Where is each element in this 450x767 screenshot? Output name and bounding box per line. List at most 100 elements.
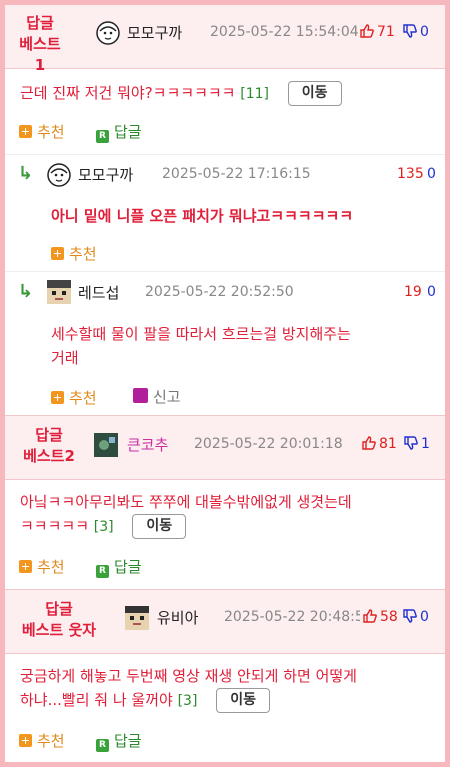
nickname[interactable]: 큰코추 xyxy=(127,434,168,455)
best-badge-line1: 답글 xyxy=(26,14,54,32)
best-badge-2: 답글 베스트2 xyxy=(15,425,83,467)
comment-list: 답글 베스트1 모모구까 2025-05-22 15:54:04 71 0 근데… xyxy=(5,5,445,762)
recommend-label: 추천 xyxy=(37,123,65,141)
plus-icon xyxy=(19,125,32,138)
upvote-count: 81 xyxy=(379,436,397,452)
comment-content: 세수할때 물이 팔을 따라서 흐르는걸 방지해주는 거래 xyxy=(51,322,436,370)
reply-button[interactable]: R 답글 xyxy=(96,556,142,578)
comment-text: 아니 밑에 니플 오픈 패치가 뭐냐고ㅋㅋㅋㅋㅋㅋ xyxy=(51,207,354,225)
thumbs-up-icon xyxy=(360,24,374,38)
downvote-button[interactable]: 0 xyxy=(402,608,429,625)
upvote-count: 58 xyxy=(380,609,398,625)
thumbs-up-icon xyxy=(362,436,376,450)
nickname[interactable]: 모모구까 xyxy=(78,164,133,185)
plus-icon xyxy=(19,734,32,747)
best-badge-line2: 베스트 웃자 xyxy=(21,621,97,639)
avatar[interactable] xyxy=(93,432,119,458)
comment-line2: ㅋㅋㅋㅋㅋ [3] 이동 xyxy=(20,514,440,539)
downvote-count[interactable]: 0 xyxy=(427,284,436,300)
best-comment-header-1: 답글 베스트1 모모구까 2025-05-22 15:54:04 71 0 xyxy=(5,5,445,74)
timestamp: 2025-05-22 20:52:50 xyxy=(145,284,294,300)
upvote-count[interactable]: 135 xyxy=(397,166,424,182)
best-comment-header-2: 답글 베스트2 큰코추 2025-05-22 20:01:18 81 1 xyxy=(5,415,445,480)
plus-icon xyxy=(19,560,32,573)
best-badge-line2: 베스트2 xyxy=(23,447,75,465)
thumbs-down-icon xyxy=(403,24,417,38)
timestamp: 2025-05-22 15:54:04 xyxy=(210,24,359,40)
reply-label: 답글 xyxy=(114,732,142,750)
thumbs-down-icon xyxy=(404,436,418,450)
avatar[interactable] xyxy=(46,279,72,305)
reply-count[interactable]: [3] xyxy=(94,519,114,535)
comment-text-line1: 아닠ㅋㅋ아무리봐도 쭈쭈에 대볼수밖에없게 생겻는데 xyxy=(20,493,352,511)
nickname[interactable]: 레드섭 xyxy=(78,282,119,303)
nickname[interactable]: 유비아 xyxy=(157,607,198,628)
comment-content: 근데 진짜 저건 뭐야?ㅋㅋㅋㅋㅋㅋ [11] 이동 xyxy=(20,81,440,106)
recommend-label: 추천 xyxy=(69,389,97,407)
nickname[interactable]: 모모구까 xyxy=(127,22,182,43)
comment-text-line1: 세수할때 물이 팔을 따라서 흐르는걸 방지해주는 xyxy=(51,325,351,343)
upvote-count: 71 xyxy=(377,24,395,40)
comment-line2: 하냐...빨리 줘 나 울꺼야 [3] 이동 xyxy=(20,688,442,713)
plus-icon xyxy=(51,391,64,404)
upvote-count[interactable]: 19 xyxy=(404,284,422,300)
comment-text-line2: ㅋㅋㅋㅋㅋ xyxy=(20,517,90,535)
report-label: 신고 xyxy=(153,388,181,406)
comment-text-line1: 궁금하게 해놓고 두번째 영상 재생 안되게 하면 어떻게 xyxy=(20,667,357,685)
downvote-count: 1 xyxy=(421,436,430,452)
recommend-button[interactable]: 추천 xyxy=(19,730,65,751)
reply-arrow-icon: ↳ xyxy=(18,281,34,302)
best-badge-line2: 베스트1 xyxy=(19,35,61,74)
reply-label: 답글 xyxy=(114,123,142,141)
recommend-label: 추천 xyxy=(37,732,65,750)
best-badge-line1: 답글 xyxy=(45,600,73,618)
best-badge-3: 답글 베스트 웃자 xyxy=(15,599,103,641)
alarm-icon xyxy=(133,388,148,403)
comment-text: 근데 진짜 저건 뭐야?ㅋㅋㅋㅋㅋㅋ xyxy=(20,84,236,102)
timestamp: 2025-05-22 17:16:15 xyxy=(162,166,311,182)
move-button[interactable]: 이동 xyxy=(287,81,342,106)
reply-count[interactable]: [11] xyxy=(240,86,269,102)
move-button[interactable]: 이동 xyxy=(216,688,270,713)
reply-label: 답글 xyxy=(114,558,142,576)
recommend-label: 추천 xyxy=(69,245,97,263)
upvote-button[interactable]: 58 xyxy=(362,608,398,625)
upvote-button[interactable]: 81 xyxy=(361,435,397,452)
reply-arrow-icon: ↳ xyxy=(18,163,34,184)
divider xyxy=(5,271,445,272)
avatar[interactable] xyxy=(46,162,72,188)
reply-icon: R xyxy=(96,739,109,752)
best-badge-1: 답글 베스트1 xyxy=(15,13,65,76)
downvote-count: 0 xyxy=(420,24,429,40)
avatar[interactable] xyxy=(124,605,150,631)
comment-content: 궁금하게 해놓고 두번째 영상 재생 안되게 하면 어떻게 하냐...빨리 줘 … xyxy=(20,664,442,713)
recommend-label: 추천 xyxy=(37,558,65,576)
recommend-button[interactable]: 추천 xyxy=(19,556,65,577)
reply-button[interactable]: R 답글 xyxy=(96,121,142,143)
move-button[interactable]: 이동 xyxy=(132,514,187,539)
recommend-button[interactable]: 추천 xyxy=(51,387,97,408)
downvote-button[interactable]: 0 xyxy=(402,23,429,40)
downvote-count: 0 xyxy=(420,609,429,625)
best-badge-line1: 답글 xyxy=(35,426,63,444)
best-comment-header-3: 답글 베스트 웃자 유비아 2025-05-22 20:48:51 58 0 xyxy=(5,589,445,654)
divider xyxy=(5,154,445,155)
comment-text-line2: 하냐...빨리 줘 나 울꺼야 xyxy=(20,691,173,709)
avatar[interactable] xyxy=(95,20,121,46)
thumbs-down-icon xyxy=(403,609,417,623)
reply-icon: R xyxy=(96,130,109,143)
recommend-button[interactable]: 추천 xyxy=(51,243,97,264)
comment-content: 아닠ㅋㅋ아무리봐도 쭈쭈에 대볼수밖에없게 생겻는데 ㅋㅋㅋㅋㅋ [3] 이동 xyxy=(20,490,440,539)
reply-count[interactable]: [3] xyxy=(178,693,198,709)
downvote-button[interactable]: 1 xyxy=(403,435,430,452)
timestamp: 2025-05-22 20:01:18 xyxy=(194,436,343,452)
reply-button[interactable]: R 답글 xyxy=(96,730,142,752)
upvote-button[interactable]: 71 xyxy=(359,23,395,40)
report-button[interactable]: 신고 xyxy=(133,386,181,407)
comment-text-line2: 거래 xyxy=(51,349,79,367)
recommend-button[interactable]: 추천 xyxy=(19,121,65,142)
downvote-count[interactable]: 0 xyxy=(427,166,436,182)
plus-icon xyxy=(51,247,64,260)
thumbs-up-icon xyxy=(363,609,377,623)
timestamp: 2025-05-22 20:48:51 xyxy=(224,609,360,625)
